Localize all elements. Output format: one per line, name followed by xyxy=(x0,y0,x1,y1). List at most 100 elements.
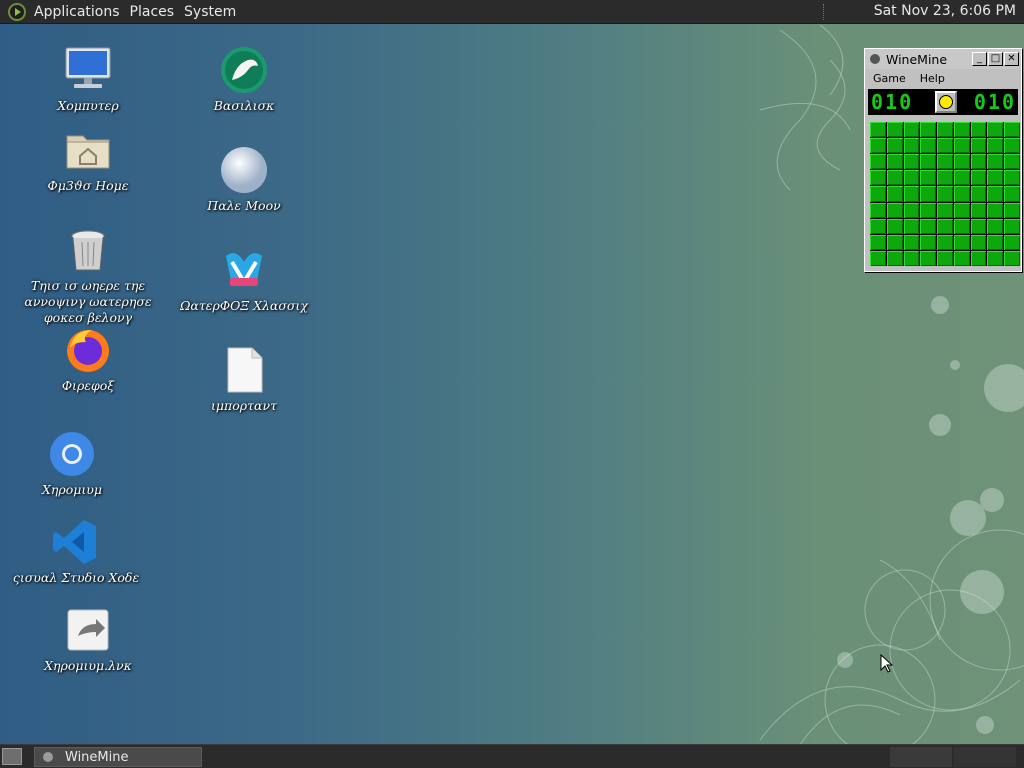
mine-cell[interactable] xyxy=(970,202,987,218)
desktop-icon-chromium-lnk[interactable]: Χηρομιυμ.λνκ xyxy=(13,606,163,674)
desktop-icon-basilisk[interactable]: Βασιλισκ xyxy=(169,46,319,114)
mine-cell[interactable] xyxy=(920,234,937,250)
mine-cell[interactable] xyxy=(920,250,937,266)
mine-cell[interactable] xyxy=(903,218,920,234)
mine-cell[interactable] xyxy=(903,234,920,250)
winemine-app-icon[interactable] xyxy=(870,54,880,64)
mine-cell[interactable] xyxy=(886,186,903,202)
mine-cell[interactable] xyxy=(970,154,987,170)
mine-cell[interactable] xyxy=(920,122,937,138)
mine-cell[interactable] xyxy=(870,138,886,154)
winemine-window[interactable]: WineMine _ □ ✕ Game Help 010 010 xyxy=(864,48,1022,272)
mine-cell[interactable] xyxy=(1004,186,1020,202)
desktop-icon-computer[interactable]: Χομπυτερ xyxy=(13,46,163,114)
mine-cell[interactable] xyxy=(920,154,937,170)
distro-logo-icon[interactable] xyxy=(8,2,26,21)
applications-menu[interactable]: Applications xyxy=(32,4,128,20)
mine-cell[interactable] xyxy=(953,154,970,170)
desktop-icon-trash[interactable]: Τηισ ισ ωηερε τηε αννοψινγ ωατερησε φοκε… xyxy=(13,226,163,326)
mine-cell[interactable] xyxy=(886,138,903,154)
mine-cell[interactable] xyxy=(1004,234,1020,250)
desktop-icon-important[interactable]: ιμπορταντ xyxy=(169,346,319,414)
mine-cell[interactable] xyxy=(937,170,953,186)
mine-cell[interactable] xyxy=(1004,202,1020,218)
help-menu[interactable]: Help xyxy=(912,72,951,85)
places-menu[interactable]: Places xyxy=(128,4,183,20)
mine-cell[interactable] xyxy=(970,170,987,186)
mine-cell[interactable] xyxy=(987,202,1004,218)
new-game-button[interactable] xyxy=(935,91,957,113)
mine-cell[interactable] xyxy=(920,138,937,154)
mine-cell[interactable] xyxy=(937,218,953,234)
maximize-button[interactable]: □ xyxy=(988,52,1003,66)
show-desktop-button[interactable] xyxy=(2,748,22,765)
workspace-2[interactable] xyxy=(954,747,1016,767)
mine-cell[interactable] xyxy=(870,154,886,170)
mine-cell[interactable] xyxy=(870,250,886,266)
mine-cell[interactable] xyxy=(903,186,920,202)
mine-cell[interactable] xyxy=(1004,122,1020,138)
mine-cell[interactable] xyxy=(886,154,903,170)
mine-cell[interactable] xyxy=(970,186,987,202)
desktop-icon-firefox[interactable]: Φιρεφοξ xyxy=(13,326,163,394)
mine-cell[interactable] xyxy=(920,218,937,234)
minimize-button[interactable]: _ xyxy=(972,52,987,66)
mine-cell[interactable] xyxy=(937,234,953,250)
desktop-icon-pale-moon[interactable]: Παλε Μοον xyxy=(169,146,319,214)
mine-cell[interactable] xyxy=(953,122,970,138)
desktop-icon-home[interactable]: Φμ3ϑσ Ηομε xyxy=(13,126,163,194)
mine-cell[interactable] xyxy=(870,218,886,234)
mine-cell[interactable] xyxy=(953,234,970,250)
mine-cell[interactable] xyxy=(937,186,953,202)
mine-cell[interactable] xyxy=(970,218,987,234)
mine-cell[interactable] xyxy=(987,186,1004,202)
mine-cell[interactable] xyxy=(903,170,920,186)
mine-cell[interactable] xyxy=(987,170,1004,186)
mine-cell[interactable] xyxy=(970,250,987,266)
mine-cell[interactable] xyxy=(987,218,1004,234)
mine-cell[interactable] xyxy=(886,122,903,138)
mine-cell[interactable] xyxy=(953,250,970,266)
mine-cell[interactable] xyxy=(886,218,903,234)
mine-cell[interactable] xyxy=(953,138,970,154)
mine-cell[interactable] xyxy=(920,186,937,202)
mine-cell[interactable] xyxy=(987,250,1004,266)
mine-cell[interactable] xyxy=(886,250,903,266)
mine-cell[interactable] xyxy=(1004,250,1020,266)
mine-cell[interactable] xyxy=(1004,218,1020,234)
desktop-icon-vscode[interactable]: ςισυαλ Στυδιο Χοδε xyxy=(1,518,151,586)
close-button[interactable]: ✕ xyxy=(1004,52,1019,66)
workspace-1[interactable] xyxy=(890,747,952,767)
mine-cell[interactable] xyxy=(953,202,970,218)
mine-cell[interactable] xyxy=(1004,138,1020,154)
mine-cell[interactable] xyxy=(937,250,953,266)
mine-cell[interactable] xyxy=(903,138,920,154)
mine-cell[interactable] xyxy=(953,170,970,186)
mine-cell[interactable] xyxy=(920,202,937,218)
clock[interactable]: Sat Nov 23, 6:06 PM xyxy=(874,3,1016,19)
mine-cell[interactable] xyxy=(886,202,903,218)
mine-cell[interactable] xyxy=(953,218,970,234)
system-menu[interactable]: System xyxy=(182,4,244,20)
mine-cell[interactable] xyxy=(987,154,1004,170)
mine-cell[interactable] xyxy=(970,234,987,250)
mine-cell[interactable] xyxy=(870,234,886,250)
desktop-icon-chromium[interactable]: Χηρομιυμ xyxy=(0,430,147,498)
desktop-icon-waterfox[interactable]: ΩατερΦΟΞ Χλασσιχ xyxy=(169,246,319,314)
taskbar-item-winemine[interactable]: WineMine xyxy=(34,747,202,767)
mine-cell[interactable] xyxy=(903,154,920,170)
mine-cell[interactable] xyxy=(903,250,920,266)
mine-cell[interactable] xyxy=(903,122,920,138)
mine-cell[interactable] xyxy=(870,170,886,186)
mine-cell[interactable] xyxy=(870,202,886,218)
mine-cell[interactable] xyxy=(987,122,1004,138)
mine-cell[interactable] xyxy=(937,154,953,170)
mine-cell[interactable] xyxy=(953,186,970,202)
mine-cell[interactable] xyxy=(937,122,953,138)
mine-cell[interactable] xyxy=(937,202,953,218)
mine-cell[interactable] xyxy=(870,186,886,202)
mine-cell[interactable] xyxy=(920,170,937,186)
mine-cell[interactable] xyxy=(903,202,920,218)
mine-cell[interactable] xyxy=(987,138,1004,154)
mine-cell[interactable] xyxy=(970,122,987,138)
